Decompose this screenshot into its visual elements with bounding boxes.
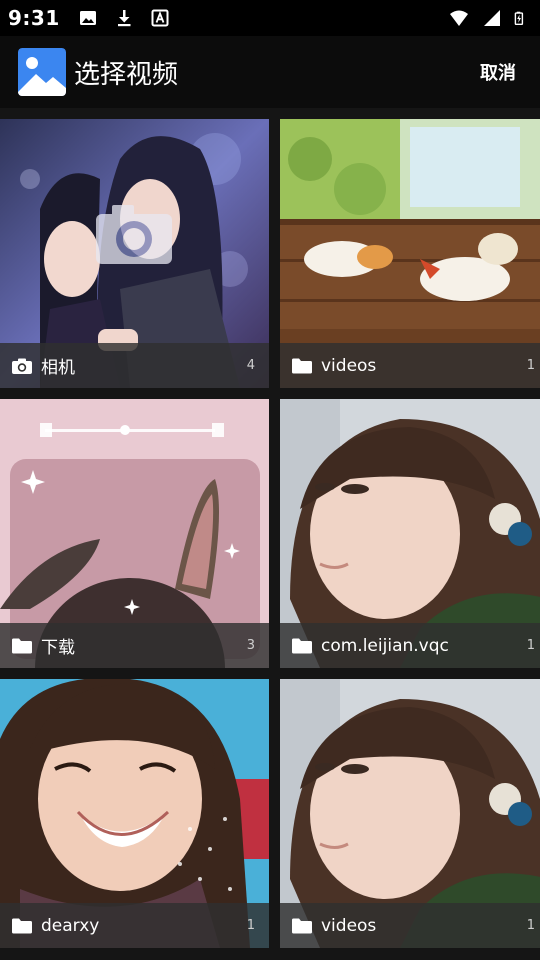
album-tile-videos-2[interactable]: videos 1 <box>280 679 540 948</box>
cancel-button[interactable]: 取消 <box>480 59 516 85</box>
album-name: dearxy <box>41 915 100 936</box>
folder-icon <box>292 918 312 933</box>
font-icon <box>151 9 169 27</box>
album-count: 1 <box>526 358 535 373</box>
status-bar: 9:31 <box>0 0 540 36</box>
download-icon <box>117 10 131 27</box>
album-tile-videos[interactable]: videos 1 <box>280 119 540 388</box>
page-title: 选择视频 <box>74 59 179 90</box>
album-count: 1 <box>526 918 535 933</box>
album-name: videos <box>321 355 377 376</box>
wifi-icon <box>450 10 468 26</box>
album-name: videos <box>321 915 377 936</box>
album-info-bar: 相机 4 <box>0 343 269 388</box>
album-count: 3 <box>246 638 255 653</box>
album-tile-downloads[interactable]: 下载 3 <box>0 399 269 668</box>
album-count: 4 <box>246 358 255 373</box>
album-count: 1 <box>526 638 535 653</box>
album-tile-camera[interactable]: 相机 4 <box>0 119 269 388</box>
status-notification-icons <box>78 8 170 28</box>
album-name: 相机 <box>41 358 75 378</box>
album-info-bar: com.leijian.vqc 1 <box>280 623 540 668</box>
folder-icon <box>292 358 312 373</box>
folder-icon <box>12 638 32 653</box>
album-count: 1 <box>246 918 255 933</box>
album-name: 下载 <box>41 638 75 658</box>
gallery-logo-icon <box>18 48 66 96</box>
signal-icon <box>484 10 500 26</box>
album-info-bar: dearxy 1 <box>0 903 269 948</box>
battery-icon <box>514 11 524 25</box>
album-info-bar: videos 1 <box>280 343 540 388</box>
app-bar: 选择视频 取消 <box>0 36 540 108</box>
album-tile-dearxy[interactable]: dearxy 1 <box>0 679 269 948</box>
album-info-bar: videos 1 <box>280 903 540 948</box>
album-info-bar: 下载 3 <box>0 623 269 668</box>
folder-icon <box>12 918 32 933</box>
image-icon <box>79 11 96 25</box>
camera-icon <box>12 358 32 374</box>
album-tile-com-leijian-vqc[interactable]: com.leijian.vqc 1 <box>280 399 540 668</box>
status-system-icons <box>448 8 528 28</box>
album-name: com.leijian.vqc <box>321 635 449 656</box>
folder-icon <box>292 638 312 653</box>
status-time: 9:31 <box>8 6 60 30</box>
